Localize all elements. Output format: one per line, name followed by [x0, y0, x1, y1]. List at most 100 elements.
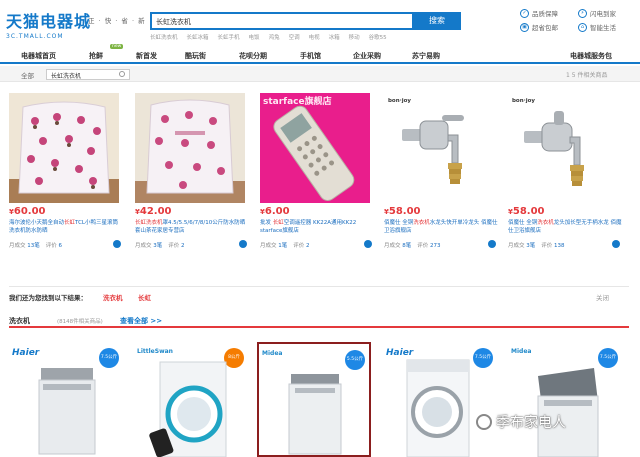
service-smart[interactable]: ⌂ 智能生活 [578, 22, 636, 32]
site-header: 天猫电器城 3C.TMALL.COM 正 · 快 · 省 · 新 长虹洗衣机 搜… [0, 0, 640, 44]
product-image[interactable]: bon·joy [384, 93, 494, 203]
washer-image [537, 368, 599, 457]
product-image[interactable]: starface旗舰店 [260, 93, 370, 203]
close-button[interactable]: 关闭 [596, 292, 609, 302]
washer-card[interactable]: Midea 7.5公斤 [508, 342, 622, 457]
wangwang-chat-icon[interactable] [113, 240, 121, 248]
product-card[interactable]: ¥42.00 长虹洗衣机罩4.5/5.5/6/7/8/10公斤防水防晒套山茶花家… [135, 93, 249, 249]
nav-item-new[interactable]: 新首发 [136, 51, 157, 61]
svg-text:bon·joy: bon·joy [512, 98, 535, 104]
washer-row: Haier 7.5公斤 LittleSwan 8公斤 Midea 5.5公斤 H… [9, 342, 629, 457]
service-label: 超省包邮 [532, 24, 558, 32]
product-title[interactable]: 海尔波伦小天鹅全自动长虹TCL小鸭三星滚筒洗衣机防水防晒 [9, 219, 123, 235]
section-keyword: 洗衣机 [9, 317, 30, 325]
watermark-text: 季布家电人 [496, 415, 566, 431]
breadcrumb-all[interactable]: 全部 [21, 70, 34, 80]
product-title[interactable]: 佰魔仕 全铜洗衣机龙头加长型无手柄水龙 佰魔仕卫浴旗舰店 [508, 219, 622, 235]
product-stats: 月成交 13笔 评价 6 [9, 240, 123, 249]
shield-icon: ✓ [520, 8, 529, 18]
washer-card[interactable]: LittleSwan 8公斤 [134, 342, 248, 457]
product-stats: 月成交 3笔 评价 138 [508, 240, 622, 249]
product-price: ¥6.00 [260, 206, 290, 217]
washer-card[interactable]: Haier 7.5公斤 [9, 342, 123, 457]
product-title[interactable]: 长虹洗衣机罩4.5/5.5/6/7/8/10公斤防水防晒套山茶花家居专营店 [135, 219, 249, 235]
product-title[interactable]: 佰魔仕 全铜洗衣机水龙头快开单冷龙头 佰魔仕卫浴旗舰店 [384, 219, 498, 235]
related-label: 我们还为您找到以下结果： [9, 294, 87, 302]
hotword-link[interactable]: 长虹冰箱 [187, 33, 209, 41]
logo-title: 天猫电器城 [6, 12, 92, 31]
wangwang-chat-icon[interactable] [612, 240, 620, 248]
washer-image [149, 361, 227, 457]
product-price: ¥60.00 [9, 206, 46, 217]
service-badges: ✓ 品质保障 ⚡ 闪电到家 ▣ 超省包邮 ⌂ 智能生活 [520, 8, 636, 32]
product-image[interactable] [135, 93, 245, 203]
wangwang-chat-icon[interactable] [488, 240, 496, 248]
refine-search-input[interactable]: 长虹洗衣机 [46, 69, 130, 80]
service-delivery[interactable]: ⚡ 闪电到家 [578, 8, 636, 18]
service-label: 闪电到家 [590, 10, 616, 18]
hotword-link[interactable]: 空调 [289, 33, 300, 41]
hotword-link[interactable]: 冰箱 [329, 33, 340, 41]
nav-item-cool[interactable]: 酷玩街 [185, 51, 206, 61]
hotword-link[interactable]: 谷歌55 [369, 33, 387, 41]
wangwang-chat-icon[interactable] [364, 240, 372, 248]
product-stats: 月成交 1笔 评价 2 [260, 240, 374, 249]
product-card[interactable]: ¥60.00 海尔波伦小天鹅全自动长虹TCL小鸭三星滚筒洗衣机防水防晒 月成交 … [9, 93, 123, 249]
lightning-icon: ⚡ [578, 8, 587, 18]
tmall-logo[interactable]: 天猫电器城 3C.TMALL.COM [6, 8, 91, 40]
hotword-link[interactable]: 鸿兔 [269, 33, 280, 41]
search-input[interactable]: 长虹洗衣机 [150, 12, 414, 30]
svg-text:bon·joy: bon·joy [388, 98, 411, 104]
wechat-logo-icon [476, 414, 492, 430]
hot-keywords: 长虹洗衣机 长虹冰箱 长虹手机 电饭 鸿兔 空调 电视 冰箱 移动 谷歌55 [150, 33, 387, 41]
washer-image [38, 368, 96, 455]
product-price: ¥58.00 [384, 206, 421, 217]
hotword-link[interactable]: 长虹手机 [218, 33, 240, 41]
product-price: ¥42.00 [135, 206, 172, 217]
slogan: 正 · 快 · 省 · 新 [88, 17, 146, 25]
washer-card-selected[interactable]: Midea 5.5公斤 [257, 342, 371, 457]
nav-item-service[interactable]: 电器城服务包 [570, 51, 612, 61]
service-shipping[interactable]: ▣ 超省包邮 [520, 22, 578, 32]
washer-card[interactable]: Haier 7.5公斤 [383, 342, 497, 457]
search-icon[interactable] [119, 71, 125, 77]
washer-image [288, 374, 342, 455]
nav-item-qiangxian[interactable]: 抢鲜 [89, 51, 103, 61]
service-label: 品质保障 [532, 10, 558, 18]
related-link[interactable]: 长虹 [138, 292, 151, 302]
search-button[interactable]: 搜索 [413, 12, 461, 30]
service-quality[interactable]: ✓ 品质保障 [520, 8, 578, 18]
hotword-link[interactable]: 电饭 [249, 33, 260, 41]
breadcrumb: 全部 长虹洗衣机 1 5 件相关商品 [0, 66, 640, 82]
hotword-link[interactable]: 移动 [349, 33, 360, 41]
product-stats: 月成交 8笔 评价 273 [384, 240, 498, 249]
product-image[interactable] [9, 93, 119, 203]
hotword-link[interactable]: 长虹洗衣机 [150, 33, 178, 41]
store-watermark: starface旗舰店 [263, 95, 332, 107]
hotword-link[interactable]: 电视 [309, 33, 320, 41]
wechat-watermark: 季布家电人 [476, 412, 566, 432]
main-nav: 电器城首页 抢鲜 new 新首发 酷玩街 花呗分期 手机馆 企业采购 苏宁易购 … [0, 44, 640, 64]
nav-item-home[interactable]: 电器城首页 [21, 51, 56, 61]
home-icon: ⌂ [578, 22, 587, 32]
product-card[interactable]: starface旗舰店 ¥6.00 批发 长虹空调遥控器 KK22A通用KK22… [260, 93, 374, 249]
section-count: (8148件相关商品) [57, 319, 103, 325]
nav-item-enterprise[interactable]: 企业采购 [353, 51, 381, 61]
related-results-bar: 我们还为您找到以下结果： 洗衣机 长虹 关闭 [9, 286, 629, 304]
new-badge: new [110, 44, 124, 49]
nav-item-installment[interactable]: 花呗分期 [239, 51, 267, 61]
service-label: 智能生活 [590, 24, 616, 32]
product-image[interactable]: bon·joy [508, 93, 618, 203]
nav-item-suning[interactable]: 苏宁易购 [412, 51, 440, 61]
washer-image [406, 359, 470, 457]
product-price: ¥58.00 [508, 206, 545, 217]
truck-icon: ▣ [520, 22, 529, 32]
product-stats: 月成交 3笔 评价 2 [135, 240, 249, 249]
product-title[interactable]: 批发 长虹空调遥控器 KK22A通用KK22 starface旗舰店 [260, 219, 374, 235]
nav-item-phones[interactable]: 手机馆 [300, 51, 321, 61]
related-link[interactable]: 洗衣机 [103, 292, 123, 302]
product-card[interactable]: bon·joy ¥58.00 佰魔仕 全铜洗衣机水龙头快开单冷龙头 佰魔仕卫浴旗… [384, 93, 498, 249]
see-all-link[interactable]: 查看全部 >> [120, 316, 162, 326]
wangwang-chat-icon[interactable] [239, 240, 247, 248]
product-card[interactable]: bon·joy ¥58.00 佰魔仕 全铜洗衣机龙头加长型无手柄水龙 佰魔仕卫浴… [508, 93, 622, 249]
